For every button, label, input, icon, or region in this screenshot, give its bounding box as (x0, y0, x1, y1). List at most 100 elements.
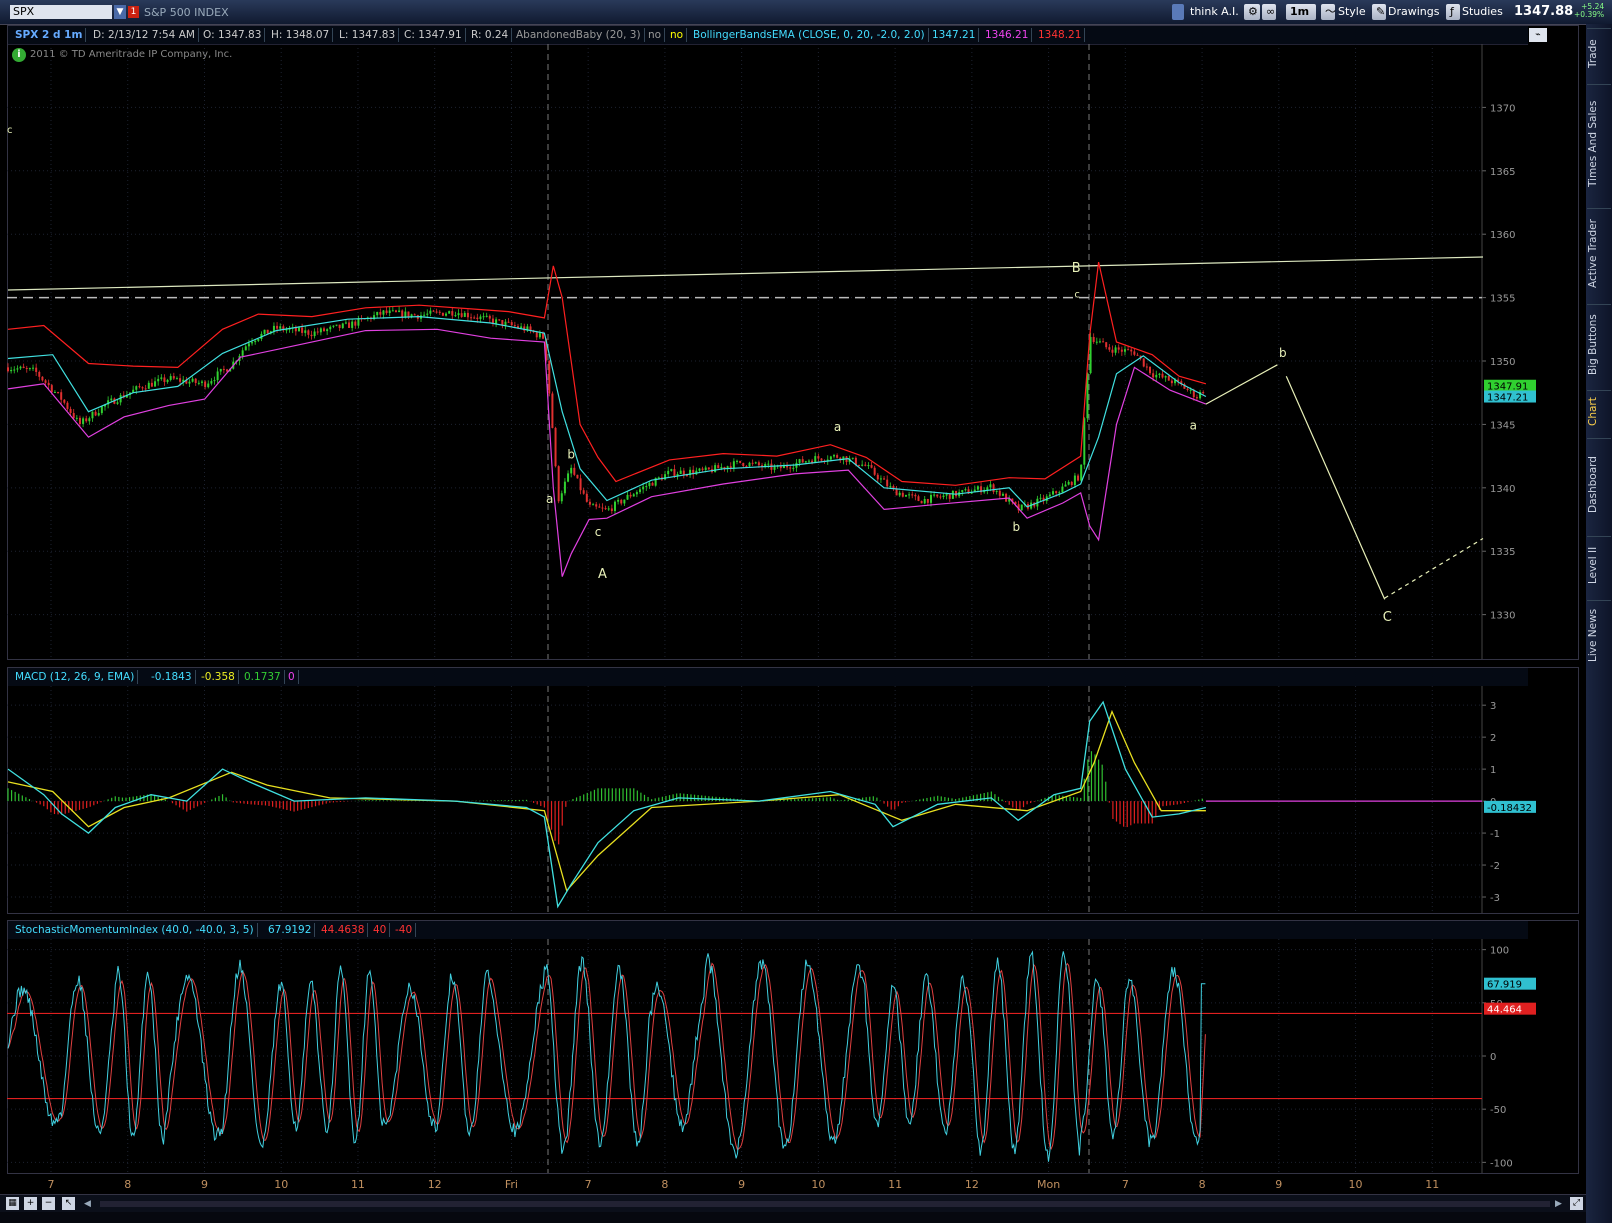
alert-badge[interactable]: 1 (128, 6, 139, 18)
candle-body (507, 321, 510, 323)
candle-body (276, 325, 279, 329)
x-tick-label: 8 (661, 1178, 668, 1191)
candle-body (191, 378, 194, 382)
candle-body (1123, 349, 1126, 352)
candle-body (573, 467, 576, 475)
pattern-label: AbandonedBaby (20, 3) (513, 28, 645, 42)
candle-body (773, 466, 776, 470)
candle-body (32, 367, 35, 369)
layout-icon[interactable]: ▦ (6, 1197, 19, 1210)
y-tick-label: 1330 (1490, 611, 1515, 622)
x-tick-label: 12 (965, 1178, 979, 1191)
side-tab-live-news[interactable]: Live News (1587, 600, 1611, 670)
x-tick-label: Mon (1037, 1178, 1060, 1191)
candle-body (886, 479, 889, 487)
zoom-in-icon[interactable]: + (24, 1197, 37, 1210)
candle-body (873, 467, 876, 475)
timeframe-button[interactable]: 1m (1286, 4, 1316, 20)
candle-body (166, 379, 169, 382)
side-tab-chart[interactable]: Chart (1587, 390, 1611, 432)
x-tick-label: 9 (201, 1178, 208, 1191)
style-icon[interactable]: 〜 (1321, 4, 1336, 20)
candle-body (254, 340, 257, 343)
candle-body (1077, 475, 1080, 481)
price-chart: 1370 1365 1360 1355 1350 1345 1340 1335 1330 c b a c… (7, 44, 1536, 659)
drawings-icon[interactable]: ✎ (1372, 4, 1386, 20)
candle-body (745, 465, 748, 467)
candle-body (757, 462, 760, 466)
smi-value: 67.9192 (265, 923, 316, 937)
candle-body (97, 413, 100, 416)
candle-body (582, 490, 585, 494)
drawings-button[interactable]: Drawings (1388, 5, 1439, 18)
candle-body (438, 311, 441, 313)
studies-icon[interactable]: ƒ (1446, 4, 1460, 20)
candle-body (585, 493, 588, 502)
side-tab-level-ii[interactable]: Level II (1587, 536, 1611, 594)
y-tick-label: 1360 (1490, 230, 1515, 241)
y-tick-label: -100 (1490, 1158, 1513, 1169)
candle-body (160, 377, 163, 379)
side-tab-trade[interactable]: Trade (1587, 28, 1611, 78)
y-tick-label: 1365 (1490, 167, 1515, 178)
symbol-input[interactable]: SPX (10, 5, 112, 19)
x-tick-label: 11 (1425, 1178, 1439, 1191)
scroll-track[interactable] (100, 1201, 1550, 1207)
bottom-scrollbar[interactable]: ▦ + − ↖ ◀ ▶ ⤢ (0, 1194, 1586, 1213)
candle-body (811, 460, 814, 463)
side-tab-big-buttons[interactable]: Big Buttons (1587, 304, 1611, 384)
y-tick-label: 1355 (1490, 294, 1515, 305)
y-tick-label: -3 (1490, 893, 1500, 904)
wave-label: B (1072, 261, 1081, 276)
candle-body (297, 327, 300, 332)
studies-button[interactable]: Studies (1462, 5, 1503, 18)
candle-body (876, 474, 879, 480)
bb-lower-value: 1346.21 (982, 28, 1033, 42)
symbol-dropdown-icon[interactable]: ▼ (114, 5, 126, 19)
candle-body (588, 501, 591, 505)
side-tab-dashboard[interactable]: Dashboard (1587, 438, 1611, 530)
zoom-out-icon[interactable]: − (42, 1197, 55, 1210)
x-tick-label: 9 (738, 1178, 745, 1191)
link-icon[interactable]: ∞ (1262, 4, 1276, 20)
candle-body (216, 371, 219, 381)
candle-body (679, 470, 682, 475)
scroll-right-icon[interactable]: ▶ (1555, 1199, 1567, 1209)
candle-body (701, 468, 704, 470)
bb-label: BollingerBandsEMA (CLOSE, 0, 20, -2.0, 2… (690, 28, 929, 42)
candle-body (560, 493, 563, 502)
time-axis[interactable]: 7 8 9 10 11 12 Fri 7 8 9 10 11 12 Mon 7 8 9 10 11 (7, 1175, 1579, 1193)
candle-body (917, 496, 920, 501)
candle-body (767, 463, 770, 465)
candle-body (1058, 492, 1061, 494)
candle-body (251, 342, 254, 344)
x-tick-label: 11 (888, 1178, 902, 1191)
panel-menu-icon[interactable]: ⌁ (1529, 28, 1547, 42)
candle-body (344, 322, 347, 324)
candle-body (908, 494, 911, 496)
candle-body (1105, 342, 1108, 348)
cursor-icon[interactable]: ↖ (62, 1197, 75, 1210)
candle-body (188, 381, 191, 384)
candle-body (326, 329, 329, 332)
side-tab-times-and-sales[interactable]: Times And Sales (1587, 84, 1611, 202)
style-button[interactable]: Style (1338, 5, 1366, 18)
candle-body (576, 474, 579, 479)
candle-body (463, 312, 466, 317)
candle-body (748, 462, 751, 467)
wave-label: b (567, 448, 575, 462)
candle-body (213, 380, 216, 382)
x-tick-label: 7 (48, 1178, 55, 1191)
candle-body (135, 386, 138, 390)
candle-body (1167, 376, 1170, 381)
side-tab-active-trader[interactable]: Active Trader (1587, 208, 1611, 298)
gear-icon[interactable]: ⚙ (1244, 4, 1260, 20)
candle-body (554, 427, 557, 467)
candle-body (154, 381, 157, 387)
scroll-left-icon[interactable]: ◀ (84, 1199, 96, 1209)
candle-body (1142, 358, 1145, 367)
fit-icon[interactable]: ⤢ (1570, 1197, 1583, 1210)
candle-body (244, 346, 247, 351)
think-ai-button[interactable]: think A.I. (1190, 5, 1239, 18)
search-icon[interactable] (1172, 4, 1184, 20)
